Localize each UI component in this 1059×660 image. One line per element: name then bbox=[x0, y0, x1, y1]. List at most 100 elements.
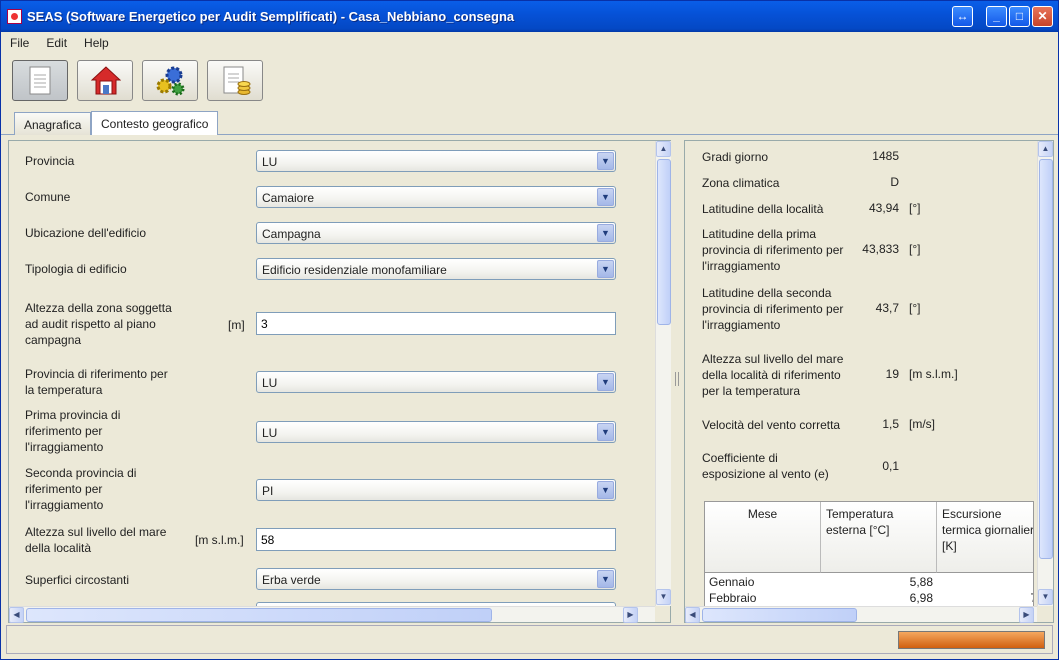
prima-prov-select[interactable]: LU ▼ bbox=[256, 421, 616, 443]
altezza-rif-unit: [m s.l.m.] bbox=[909, 367, 958, 381]
lat-seconda-value: 43,7 bbox=[875, 301, 899, 315]
scroll-right-icon[interactable]: ▶ bbox=[1019, 607, 1034, 623]
col-header-escursione[interactable]: Escursione termica giornaliera [K] bbox=[937, 502, 1033, 573]
prov-temp-value: LU bbox=[262, 376, 278, 390]
status-bar bbox=[6, 625, 1053, 654]
prov-temp-label: Provincia di riferimento per la temperatu… bbox=[25, 367, 168, 397]
latitudine-unit: [°] bbox=[909, 201, 921, 215]
lat-prima-label: Latitudine della prima provincia di rifer… bbox=[702, 227, 844, 273]
chevron-down-icon: ▼ bbox=[597, 188, 614, 206]
info-horizontal-scrollbar[interactable]: ◀ ▶ bbox=[685, 606, 1037, 623]
form-content: Provincia LU ▼ Comune Camaiore ▼ Ubicazion… bbox=[9, 141, 655, 606]
altezza-rif-label: Altezza sul livello del mare della locali… bbox=[702, 352, 844, 398]
tipologia-select[interactable]: Edificio residenziale monofamiliare ▼ bbox=[256, 258, 616, 280]
altezza-zona-input[interactable] bbox=[257, 313, 615, 334]
report-coins-icon bbox=[223, 66, 251, 95]
scroll-down-icon[interactable]: ▼ bbox=[656, 589, 671, 605]
prima-prov-value: LU bbox=[262, 426, 278, 440]
gradi-giorno-label: Gradi giorno bbox=[702, 150, 769, 164]
vento-unit: [m/s] bbox=[909, 417, 935, 431]
lat-prima-value: 43,833 bbox=[862, 242, 899, 256]
menu-bar: File Edit Help bbox=[1, 32, 1058, 54]
scroll-right-icon[interactable]: ▶ bbox=[623, 607, 638, 623]
form-horizontal-scrollbar[interactable]: ◀ ▶ bbox=[9, 606, 655, 623]
provincia-select[interactable]: LU ▼ bbox=[256, 150, 616, 172]
chevron-down-icon: ▼ bbox=[597, 224, 614, 242]
ubicazione-label: Ubicazione dell'edificio bbox=[25, 226, 147, 240]
tab-anagrafica[interactable]: Anagrafica bbox=[14, 112, 92, 135]
scroll-down-icon[interactable]: ▼ bbox=[1038, 589, 1053, 605]
esposizione-label: Coefficiente di esposizione al vento (e) bbox=[702, 451, 829, 481]
edificio-tool-button[interactable] bbox=[77, 60, 133, 101]
menu-help[interactable]: Help bbox=[75, 32, 117, 50]
geographic-form-panel: Provincia LU ▼ Comune Camaiore ▼ Ubicazion… bbox=[8, 140, 671, 623]
prov-temp-select[interactable]: LU ▼ bbox=[256, 371, 616, 393]
superfici-value: Erba verde bbox=[262, 573, 321, 587]
tipologia-label: Tipologia di edificio bbox=[25, 262, 127, 276]
altezza-slm-label: Altezza sul livello del mare della locali… bbox=[25, 525, 167, 555]
menu-edit[interactable]: Edit bbox=[37, 32, 75, 50]
house-icon bbox=[91, 66, 121, 95]
table-cell-temp[interactable]: 6,98 bbox=[821, 590, 933, 606]
minimize-button[interactable]: _ bbox=[986, 6, 1007, 27]
app-icon bbox=[7, 9, 22, 24]
latitudine-label: Latitudine della località bbox=[702, 202, 824, 216]
altezza-slm-input[interactable] bbox=[257, 529, 615, 550]
esposizione-value: 0,1 bbox=[882, 459, 899, 473]
info-hscroll-thumb[interactable] bbox=[702, 608, 857, 622]
swap-icon[interactable]: ↔ bbox=[952, 6, 973, 27]
scroll-up-icon[interactable]: ▲ bbox=[656, 141, 671, 157]
maximize-button[interactable]: □ bbox=[1009, 6, 1030, 27]
provincia-label: Provincia bbox=[25, 154, 75, 168]
table-cell-esc[interactable]: 7 bbox=[937, 590, 1033, 606]
col-header-temperatura[interactable]: Temperatura esterna [°C] bbox=[821, 502, 937, 573]
latitudine-value: 43,94 bbox=[868, 201, 899, 215]
lat-seconda-unit: [°] bbox=[909, 301, 921, 315]
seconda-prov-select[interactable]: PI ▼ bbox=[256, 479, 616, 501]
gradi-giorno-value: 1485 bbox=[872, 149, 899, 163]
grip-icon bbox=[675, 372, 679, 386]
tipologia-value: Edificio residenziale monofamiliare bbox=[262, 263, 447, 277]
col-header-mese[interactable]: Mese bbox=[705, 502, 821, 573]
zona-value: D bbox=[890, 175, 899, 189]
seconda-prov-label: Seconda provincia di riferimento per l'irr… bbox=[25, 466, 137, 512]
altezza-slm-unit: [m s.l.m.] bbox=[195, 533, 244, 547]
scroll-left-icon[interactable]: ◀ bbox=[685, 607, 700, 623]
chevron-down-icon: ▼ bbox=[597, 152, 614, 170]
ubicazione-select[interactable]: Campagna ▼ bbox=[256, 222, 616, 244]
info-content: Gradi giorno 1485 Zona climatica D Latit… bbox=[685, 141, 1037, 606]
table-cell-temp[interactable]: 5,88 bbox=[821, 574, 933, 590]
climate-info-panel: Gradi giorno 1485 Zona climatica D Latit… bbox=[684, 140, 1054, 623]
menu-file[interactable]: File bbox=[1, 32, 37, 50]
table-cell-esc[interactable] bbox=[937, 574, 1033, 590]
app-window: SEAS (Software Energetico per Audit Semp… bbox=[0, 0, 1059, 660]
anagrafica-tool-button[interactable] bbox=[12, 60, 68, 101]
chevron-down-icon: ▼ bbox=[597, 373, 614, 391]
altezza-zona-unit: [m] bbox=[228, 318, 245, 332]
form-hscroll-thumb[interactable] bbox=[26, 608, 492, 622]
split-pane-divider[interactable] bbox=[671, 140, 684, 623]
report-tool-button[interactable] bbox=[207, 60, 263, 101]
lat-seconda-label: Latitudine della seconda provincia di rif… bbox=[702, 286, 844, 332]
altezza-zona-field[interactable] bbox=[256, 312, 616, 335]
prima-prov-label: Prima provincia di riferimento per l'irrag… bbox=[25, 408, 121, 454]
form-vertical-scrollbar[interactable]: ▲ ▼ bbox=[655, 141, 671, 606]
title-bar: SEAS (Software Energetico per Audit Semp… bbox=[1, 1, 1058, 32]
tab-contesto-geografico[interactable]: Contesto geografico bbox=[91, 111, 219, 135]
vento-label: Velocità del vento corretta bbox=[702, 418, 841, 432]
comune-select[interactable]: Camaiore ▼ bbox=[256, 186, 616, 208]
table-cell-mese[interactable]: Gennaio bbox=[709, 574, 754, 590]
chevron-down-icon: ▼ bbox=[597, 481, 614, 499]
scroll-up-icon[interactable]: ▲ bbox=[1038, 141, 1053, 157]
altezza-slm-field[interactable] bbox=[256, 528, 616, 551]
info-vertical-scrollbar[interactable]: ▲ ▼ bbox=[1037, 141, 1053, 606]
info-vscroll-thumb[interactable] bbox=[1039, 159, 1053, 559]
impianti-tool-button[interactable] bbox=[142, 60, 198, 101]
scroll-left-icon[interactable]: ◀ bbox=[9, 607, 24, 623]
table-cell-mese[interactable]: Febbraio bbox=[709, 590, 756, 606]
form-vscroll-thumb[interactable] bbox=[657, 159, 671, 325]
zona-label: Zona climatica bbox=[702, 176, 780, 190]
superfici-select[interactable]: Erba verde ▼ bbox=[256, 568, 616, 590]
altezza-rif-value: 19 bbox=[885, 367, 899, 381]
close-button[interactable]: ✕ bbox=[1032, 6, 1053, 27]
